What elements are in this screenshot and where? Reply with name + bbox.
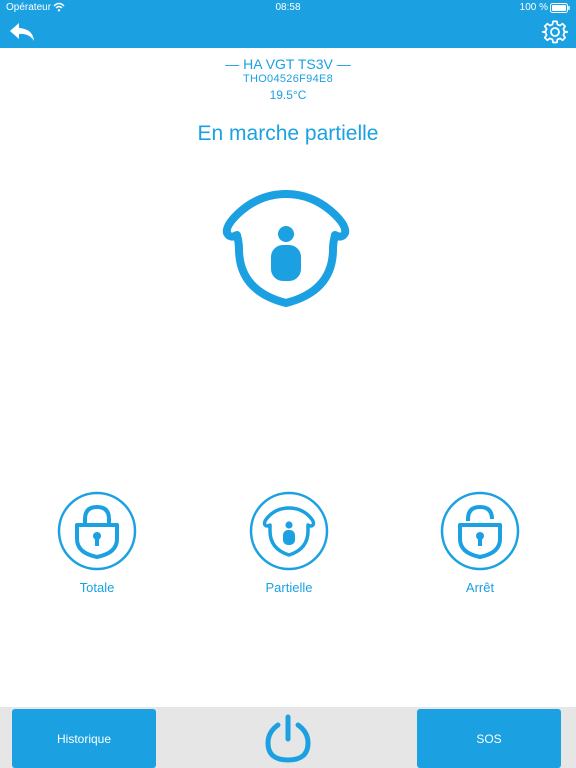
lock-closed-icon	[57, 491, 137, 571]
battery-percentage: 100 %	[519, 2, 548, 13]
mode-label-arret: Arrêt	[465, 580, 495, 595]
status-time: 08:58	[275, 2, 301, 13]
top-bar: Opérateur 08:58 100 %	[0, 0, 576, 48]
mode-totale-button[interactable]: Totale	[57, 491, 137, 601]
status-bar: Opérateur 08:58 100 %	[0, 0, 576, 16]
lock-open-icon	[440, 491, 520, 571]
bottom-bar: Historique SOS	[0, 707, 576, 768]
power-icon[interactable]	[263, 713, 313, 763]
mode-partielle-button[interactable]: Partielle	[249, 491, 329, 601]
battery-icon	[550, 3, 570, 13]
current-mode-title: En marche partielle	[197, 122, 379, 145]
history-button[interactable]: Historique	[12, 709, 156, 768]
house-person-icon	[222, 190, 350, 307]
gear-icon[interactable]	[542, 19, 568, 45]
mode-label-partielle: Partielle	[265, 580, 313, 595]
sos-button[interactable]: SOS	[417, 709, 561, 768]
mode-arret-button[interactable]: Arrêt	[440, 491, 520, 601]
back-arrow-icon[interactable]	[8, 20, 36, 44]
house-person-icon	[249, 491, 329, 571]
device-id: THO04526F94E8	[242, 73, 334, 85]
device-name: — HA VGT TS3V —	[225, 56, 351, 72]
device-temperature: 19.5°C	[269, 88, 307, 102]
mode-label-totale: Totale	[79, 580, 115, 595]
